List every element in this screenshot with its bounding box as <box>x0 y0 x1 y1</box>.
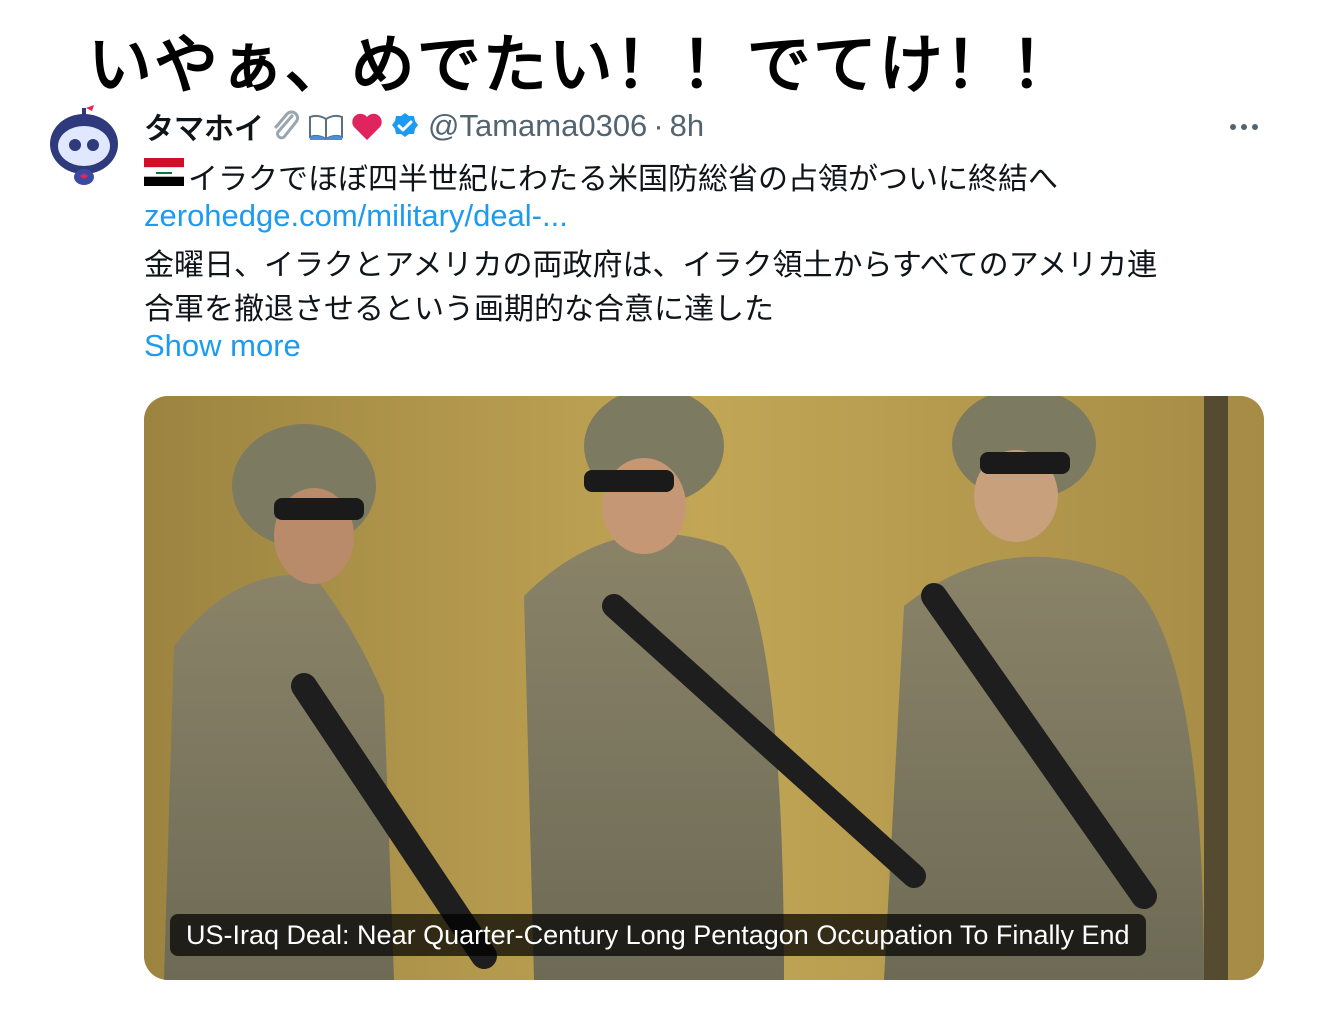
meme-caption: いやぁ、めでたい！！でてけ！！ <box>88 29 1077 103</box>
robot-avatar-icon <box>40 102 128 190</box>
tweet-headline: イラクでほぼ四半世紀にわたる米国防総省の占領がついに終結へ <box>188 162 1058 197</box>
soldiers-photo <box>144 396 1264 980</box>
tweet-header: タマホイ @Tamama0306 · 8h <box>144 104 704 148</box>
tweet-body-line-1: 金曜日、イラクとアメリカの両政府は、イラク領土からすべてのアメリカ連 <box>144 248 1158 283</box>
timestamp[interactable]: 8h <box>670 108 704 144</box>
tweet-body-line-2: 合軍を撤退させるという画期的な合意に達した <box>144 292 774 327</box>
link-card-image[interactable]: US-Iraq Deal: Near Quarter-Century Long … <box>144 396 1264 980</box>
link-card-title: US-Iraq Deal: Near Quarter-Century Long … <box>170 914 1146 956</box>
user-handle[interactable]: @Tamama0306 <box>428 108 647 144</box>
more-options-icon[interactable] <box>1222 112 1266 142</box>
red-heart-icon <box>350 110 384 142</box>
iraq-flag-icon <box>144 158 184 194</box>
article-link[interactable]: zerohedge.com/military/deal-... <box>144 198 568 234</box>
verified-badge-icon <box>390 111 420 141</box>
tweet-headline-line: イラクでほぼ四半世紀にわたる米国防総省の占領がついに終結へ <box>144 154 1058 198</box>
separator-dot: · <box>653 108 664 143</box>
paperclip-icon <box>270 110 302 142</box>
display-name[interactable]: タマホイ <box>144 104 264 148</box>
action-bar-partial <box>144 994 344 1000</box>
screenshot: いやぁ、めでたい！！でてけ！！ タマホイ @Tamama0306 · 8h イラ… <box>0 0 1328 1010</box>
book-icon <box>308 111 344 141</box>
show-more-link[interactable]: Show more <box>144 328 301 364</box>
avatar[interactable] <box>40 102 128 190</box>
